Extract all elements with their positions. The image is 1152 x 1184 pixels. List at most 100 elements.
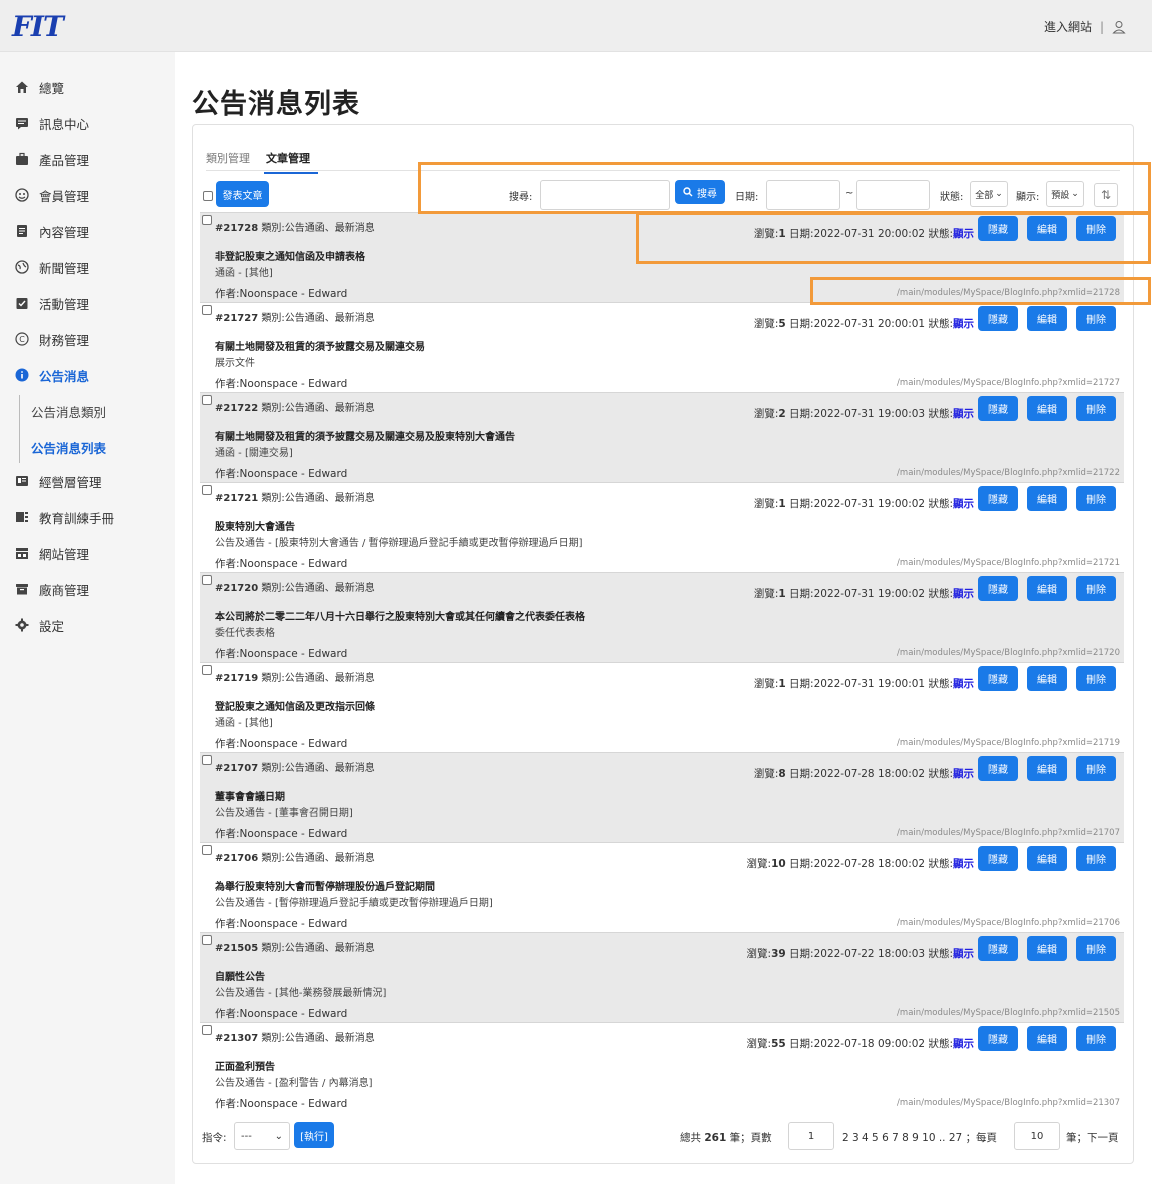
delete-button[interactable]: 刪除: [1076, 1026, 1116, 1051]
article-url[interactable]: /main/modules/MySpace/BlogInfo.php?xmlid…: [897, 288, 1120, 298]
delete-button[interactable]: 刪除: [1076, 216, 1116, 241]
edit-button[interactable]: 編輯: [1027, 936, 1067, 961]
article-url[interactable]: /main/modules/MySpace/BlogInfo.php?xmlid…: [897, 1098, 1120, 1108]
date-to-input[interactable]: [856, 180, 930, 210]
row-checkbox[interactable]: [202, 305, 212, 315]
article-title[interactable]: 股東特別大會通告: [215, 518, 295, 533]
hide-button[interactable]: 隱藏: [978, 576, 1018, 601]
fit-logo[interactable]: FIT: [12, 10, 64, 43]
sidebar-item-news[interactable]: 新聞管理: [0, 252, 175, 282]
hide-button[interactable]: 隱藏: [978, 486, 1018, 511]
article-url[interactable]: /main/modules/MySpace/BlogInfo.php?xmlid…: [897, 738, 1120, 748]
sidebar-item-info[interactable]: 公告消息: [0, 360, 175, 390]
delete-button[interactable]: 刪除: [1076, 306, 1116, 331]
delete-button[interactable]: 刪除: [1076, 846, 1116, 871]
row-checkbox[interactable]: [202, 665, 212, 675]
sidebar-item-site[interactable]: 網站管理: [0, 538, 175, 568]
user-icon[interactable]: [1112, 20, 1126, 34]
edit-button[interactable]: 編輯: [1027, 756, 1067, 781]
page-links[interactable]: 2 3 4 5 6 7 8 9 10 .. 27 ；每頁: [842, 1130, 997, 1145]
sidebar-item-manual[interactable]: 教育訓練手冊: [0, 502, 175, 532]
row-checkbox[interactable]: [202, 215, 212, 225]
article-url[interactable]: /main/modules/MySpace/BlogInfo.php?xmlid…: [897, 918, 1120, 928]
article-id[interactable]: #21307: [215, 1033, 258, 1044]
article-id[interactable]: #21721: [215, 493, 258, 504]
enter-site-link[interactable]: 進入網站: [1044, 18, 1092, 35]
sidebar-item-content[interactable]: 內容管理: [0, 216, 175, 246]
hide-button[interactable]: 隱藏: [978, 666, 1018, 691]
sidebar-item-product[interactable]: 產品管理: [0, 144, 175, 174]
article-url[interactable]: /main/modules/MySpace/BlogInfo.php?xmlid…: [897, 1008, 1120, 1018]
article-title[interactable]: 正面盈利預告: [215, 1058, 275, 1073]
per-page-input[interactable]: 10: [1014, 1122, 1060, 1150]
sidebar-item-event[interactable]: 活動管理: [0, 288, 175, 318]
page-input[interactable]: 1: [788, 1122, 834, 1150]
article-title[interactable]: 為舉行股東特別大會而暫停辦理股份過戶登記期間: [215, 878, 435, 893]
delete-button[interactable]: 刪除: [1076, 936, 1116, 961]
sidebar-item-vendor[interactable]: 廠商管理: [0, 574, 175, 604]
row-checkbox[interactable]: [202, 755, 212, 765]
delete-button[interactable]: 刪除: [1076, 396, 1116, 421]
edit-button[interactable]: 編輯: [1027, 666, 1067, 691]
edit-button[interactable]: 編輯: [1027, 486, 1067, 511]
article-title[interactable]: 非登記股東之通知信函及申請表格: [215, 248, 365, 263]
command-select[interactable]: --- ⌄: [234, 1122, 290, 1150]
hide-button[interactable]: 隱藏: [978, 846, 1018, 871]
search-input[interactable]: [540, 180, 670, 210]
article-title[interactable]: 董事會會議日期: [215, 788, 285, 803]
article-url[interactable]: /main/modules/MySpace/BlogInfo.php?xmlid…: [897, 828, 1120, 838]
hide-button[interactable]: 隱藏: [978, 216, 1018, 241]
edit-button[interactable]: 編輯: [1027, 306, 1067, 331]
row-checkbox[interactable]: [202, 1025, 212, 1035]
delete-button[interactable]: 刪除: [1076, 576, 1116, 601]
edit-button[interactable]: 編輯: [1027, 846, 1067, 871]
sidebar-item-message[interactable]: 訊息中心: [0, 108, 175, 138]
hide-button[interactable]: 隱藏: [978, 306, 1018, 331]
article-id[interactable]: #21707: [215, 763, 258, 774]
sidebar-sub-item-list[interactable]: 公告消息列表: [31, 438, 106, 457]
delete-button[interactable]: 刪除: [1076, 756, 1116, 781]
sidebar-sub-item-category[interactable]: 公告消息類別: [31, 402, 106, 421]
article-id[interactable]: #21722: [215, 403, 258, 414]
sidebar-item-management[interactable]: 經營層管理: [0, 466, 175, 496]
next-page-link[interactable]: 筆；下一頁: [1066, 1130, 1119, 1145]
edit-button[interactable]: 編輯: [1027, 396, 1067, 421]
article-title[interactable]: 自願性公告: [215, 968, 265, 983]
article-url[interactable]: /main/modules/MySpace/BlogInfo.php?xmlid…: [897, 648, 1120, 658]
row-checkbox[interactable]: [202, 395, 212, 405]
article-title[interactable]: 本公司將於二零二二年八月十六日舉行之股東特別大會或其任何續會之代表委任表格: [215, 608, 585, 623]
select-all-checkbox[interactable]: [203, 191, 213, 201]
sidebar-item-home[interactable]: 總覽: [0, 72, 175, 102]
article-id[interactable]: #21727: [215, 313, 258, 324]
article-id[interactable]: #21706: [215, 853, 258, 864]
article-title[interactable]: 有關土地開發及租賃的須予披露交易及關連交易及股東特別大會通告: [215, 428, 515, 443]
execute-button[interactable]: [執行]: [294, 1122, 334, 1148]
article-id[interactable]: #21719: [215, 673, 258, 684]
article-title[interactable]: 有關土地開發及租賃的須予披露交易及關連交易: [215, 338, 425, 353]
edit-button[interactable]: 編輯: [1027, 1026, 1067, 1051]
hide-button[interactable]: 隱藏: [978, 756, 1018, 781]
sidebar-item-gear[interactable]: 設定: [0, 610, 175, 640]
edit-button[interactable]: 編輯: [1027, 576, 1067, 601]
delete-button[interactable]: 刪除: [1076, 486, 1116, 511]
row-checkbox[interactable]: [202, 575, 212, 585]
row-checkbox[interactable]: [202, 485, 212, 495]
row-checkbox[interactable]: [202, 845, 212, 855]
article-url[interactable]: /main/modules/MySpace/BlogInfo.php?xmlid…: [897, 378, 1120, 388]
article-id[interactable]: #21505: [215, 943, 258, 954]
sort-toggle-button[interactable]: ⇅: [1094, 183, 1118, 207]
post-article-button[interactable]: 發表文章: [216, 181, 269, 207]
row-checkbox[interactable]: [202, 935, 212, 945]
display-select[interactable]: 預設 ⌄: [1046, 181, 1084, 207]
sidebar-item-member[interactable]: 會員管理: [0, 180, 175, 210]
hide-button[interactable]: 隱藏: [978, 396, 1018, 421]
edit-button[interactable]: 編輯: [1027, 216, 1067, 241]
article-title[interactable]: 登記股東之通知信函及更改指示回條: [215, 698, 375, 713]
hide-button[interactable]: 隱藏: [978, 1026, 1018, 1051]
date-from-input[interactable]: [766, 180, 840, 210]
status-select[interactable]: 全部 ⌄: [970, 181, 1008, 207]
article-url[interactable]: /main/modules/MySpace/BlogInfo.php?xmlid…: [897, 468, 1120, 478]
page-numbers[interactable]: 2 3 4 5 6 7 8 9 10 .. 27: [842, 1132, 962, 1144]
hide-button[interactable]: 隱藏: [978, 936, 1018, 961]
article-id[interactable]: #21728: [215, 223, 258, 234]
